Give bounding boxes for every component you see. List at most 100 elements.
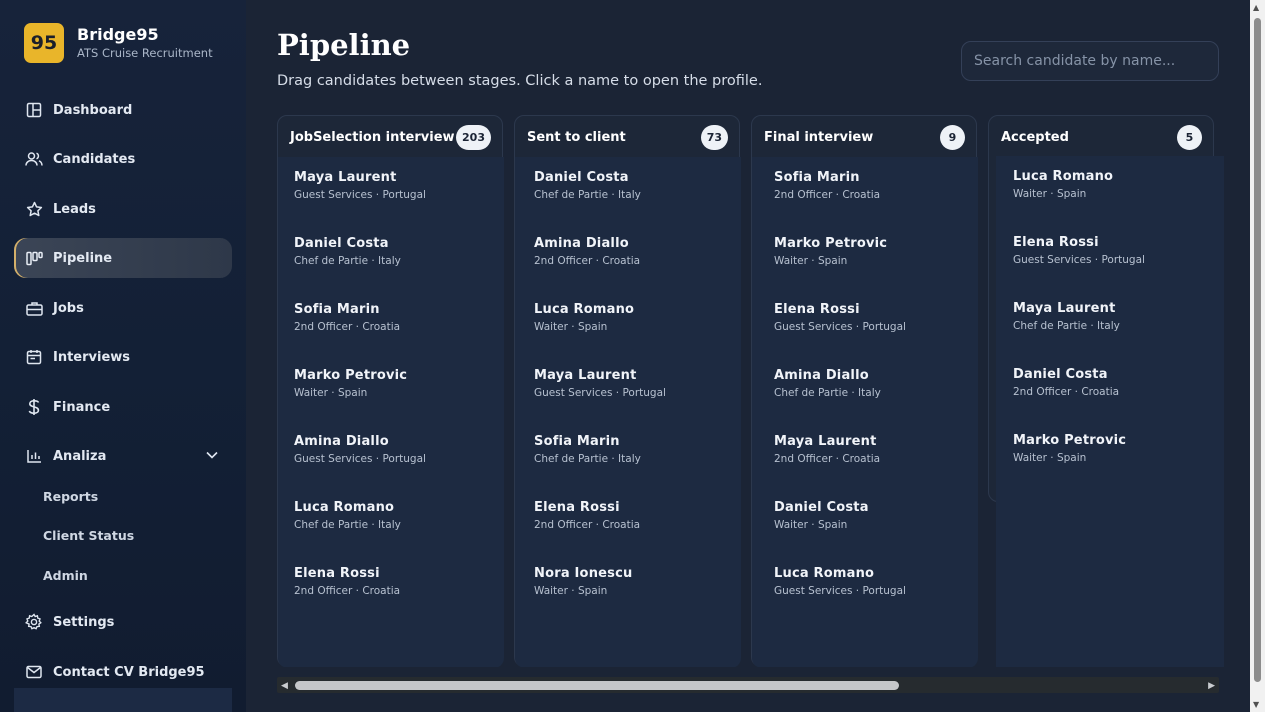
candidate-card[interactable]: Daniel Costa Chef de Partie · Italy — [534, 170, 734, 201]
candidate-card[interactable]: Elena Rossi Guest Services · Portugal — [1013, 235, 1213, 266]
candidate-card[interactable]: Nora Ionescu Waiter · Spain — [534, 566, 734, 597]
candidate-meta: Chef de Partie · Italy — [534, 453, 641, 465]
sidebar-item-candidates[interactable]: Candidates — [14, 139, 232, 179]
candidate-card[interactable]: Elena Rossi 2nd Officer · Croatia — [294, 566, 494, 597]
sidebar-item-pipeline[interactable]: Pipeline — [14, 238, 232, 278]
scroll-right-icon[interactable]: ▶ — [1208, 681, 1215, 691]
calendar-icon — [25, 348, 43, 366]
candidate-card[interactable]: Maya Laurent Guest Services · Portugal — [294, 170, 494, 201]
horizontal-scroll-thumb[interactable] — [295, 681, 899, 690]
candidate-name[interactable]: Marko Petrovic — [1013, 433, 1213, 448]
sidebar-item-analiza[interactable]: Analiza — [14, 436, 232, 476]
candidate-card[interactable]: Luca Romano Guest Services · Portugal — [774, 566, 974, 597]
candidate-name[interactable]: Elena Rossi — [774, 302, 974, 317]
candidate-name[interactable]: Sofia Marin — [774, 170, 974, 185]
candidate-name[interactable]: Luca Romano — [534, 302, 734, 317]
candidate-card[interactable]: Elena Rossi Guest Services · Portugal — [774, 302, 974, 333]
candidate-card[interactable]: Sofia Marin 2nd Officer · Croatia — [774, 170, 974, 201]
candidate-name[interactable]: Luca Romano — [1013, 169, 1213, 184]
candidate-card[interactable]: Maya Laurent Chef de Partie · Italy — [1013, 301, 1213, 332]
candidate-name[interactable]: Daniel Costa — [534, 170, 734, 185]
candidate-name[interactable]: Maya Laurent — [774, 434, 974, 449]
candidate-meta: Guest Services · Portugal — [774, 321, 906, 333]
scroll-up-icon[interactable]: ▲ — [1253, 3, 1259, 12]
column-header: Accepted 5 — [989, 116, 1213, 158]
search-input[interactable] — [961, 41, 1219, 81]
candidate-card[interactable]: Sofia Marin Chef de Partie · Italy — [534, 434, 734, 465]
sidebar-item-dashboard[interactable]: Dashboard — [14, 90, 232, 130]
sidebar-item-label: Jobs — [53, 300, 84, 316]
candidate-name[interactable]: Marko Petrovic — [774, 236, 974, 251]
candidate-name[interactable]: Marko Petrovic — [294, 368, 494, 383]
sidebar-item-finance[interactable]: Finance — [14, 387, 232, 427]
sidebar-subitem-admin[interactable]: Admin — [43, 568, 88, 583]
scroll-down-icon[interactable]: ▼ — [1253, 700, 1259, 709]
chevron-down-icon[interactable] — [206, 448, 218, 463]
candidate-card[interactable]: Marko Petrovic Waiter · Spain — [1013, 433, 1213, 464]
sidebar-item-jobs[interactable]: Jobs — [14, 288, 232, 328]
column-title: Sent to client — [527, 129, 626, 145]
brand-name: Bridge95 — [77, 24, 159, 44]
candidate-meta: Waiter · Spain — [1013, 452, 1087, 464]
candidate-card[interactable]: Maya Laurent 2nd Officer · Croatia — [774, 434, 974, 465]
column-sent-to-client: Sent to client 73 Daniel Costa Chef de Pa… — [514, 115, 741, 667]
sidebar-item-settings[interactable]: Settings — [14, 602, 232, 642]
candidate-name[interactable]: Maya Laurent — [534, 368, 734, 383]
vertical-scroll-thumb[interactable] — [1254, 18, 1261, 682]
column-dropzone[interactable]: Daniel Costa Chef de Partie · Italy Amina… — [515, 157, 741, 667]
candidate-name[interactable]: Sofia Marin — [294, 302, 494, 317]
candidate-name[interactable]: Maya Laurent — [1013, 301, 1213, 316]
candidate-name[interactable]: Elena Rossi — [1013, 235, 1213, 250]
candidate-card[interactable]: Marko Petrovic Waiter · Spain — [774, 236, 974, 267]
column-final-interview: Final interview 9 Sofia Marin 2nd Officer… — [751, 115, 978, 667]
candidate-name[interactable]: Luca Romano — [294, 500, 494, 515]
candidate-name[interactable]: Sofia Marin — [534, 434, 734, 449]
sidebar-item-leads[interactable]: Leads — [14, 189, 232, 229]
candidate-name[interactable]: Amina Diallo — [774, 368, 974, 383]
vertical-scrollbar[interactable]: ▲ ▼ — [1250, 0, 1265, 712]
sidebar-subitem-client-status[interactable]: Client Status — [43, 528, 134, 543]
candidate-card[interactable]: Amina Diallo Chef de Partie · Italy — [774, 368, 974, 399]
candidate-card[interactable]: Luca Romano Waiter · Spain — [534, 302, 734, 333]
candidate-card[interactable]: Marko Petrovic Waiter · Spain — [294, 368, 494, 399]
candidate-card[interactable]: Daniel Costa 2nd Officer · Croatia — [1013, 367, 1213, 398]
candidate-card[interactable]: Luca Romano Waiter · Spain — [1013, 169, 1213, 200]
candidate-card[interactable]: Amina Diallo 2nd Officer · Croatia — [534, 236, 734, 267]
candidate-card[interactable]: Amina Diallo Guest Services · Portugal — [294, 434, 494, 465]
candidate-card[interactable]: Maya Laurent Guest Services · Portugal — [534, 368, 734, 399]
sidebar-item-contact[interactable]: Contact CV Bridge95 — [14, 652, 232, 692]
candidate-name[interactable]: Daniel Costa — [1013, 367, 1213, 382]
candidate-card[interactable]: Sofia Marin 2nd Officer · Croatia — [294, 302, 494, 333]
sidebar-item-interviews[interactable]: Interviews — [14, 337, 232, 377]
candidate-name[interactable]: Daniel Costa — [294, 236, 494, 251]
candidate-name[interactable]: Elena Rossi — [534, 500, 734, 515]
brand-subtitle: ATS Cruise Recruitment — [77, 45, 213, 60]
candidate-meta: Waiter · Spain — [294, 387, 368, 399]
column-header: Sent to client 73 — [515, 116, 739, 158]
candidate-name[interactable]: Amina Diallo — [534, 236, 734, 251]
candidate-name[interactable]: Maya Laurent — [294, 170, 494, 185]
sidebar-item-label: Contact CV Bridge95 — [53, 664, 205, 680]
horizontal-scrollbar[interactable]: ◀ ▶ — [277, 677, 1219, 693]
candidate-name[interactable]: Luca Romano — [774, 566, 974, 581]
scroll-left-icon[interactable]: ◀ — [281, 681, 288, 691]
candidate-meta: Guest Services · Portugal — [294, 453, 426, 465]
candidate-card[interactable]: Daniel Costa Chef de Partie · Italy — [294, 236, 494, 267]
sidebar-subitem-reports[interactable]: Reports — [43, 489, 98, 504]
column-jobselection-interview: JobSelection interview 203 Maya Laurent G… — [277, 115, 504, 667]
candidate-name[interactable]: Elena Rossi — [294, 566, 494, 581]
candidate-name[interactable]: Amina Diallo — [294, 434, 494, 449]
column-title: JobSelection interview — [290, 129, 455, 145]
candidate-card[interactable]: Luca Romano Chef de Partie · Italy — [294, 500, 494, 531]
brand[interactable]: 95 Bridge95 ATS Cruise Recruitment — [24, 23, 213, 63]
candidate-name[interactable]: Nora Ionescu — [534, 566, 734, 581]
candidate-card[interactable]: Elena Rossi 2nd Officer · Croatia — [534, 500, 734, 531]
column-dropzone[interactable]: Luca Romano Waiter · Spain Elena Rossi Gue… — [996, 156, 1224, 667]
candidate-meta: Chef de Partie · Italy — [1013, 320, 1120, 332]
candidate-meta: 2nd Officer · Croatia — [294, 321, 401, 333]
column-dropzone[interactable]: Sofia Marin 2nd Officer · Croatia Marko P… — [752, 157, 978, 667]
candidate-meta: 2nd Officer · Croatia — [1013, 386, 1120, 398]
candidate-card[interactable]: Daniel Costa Waiter · Spain — [774, 500, 974, 531]
candidate-name[interactable]: Daniel Costa — [774, 500, 974, 515]
column-dropzone[interactable]: Maya Laurent Guest Services · Portugal Da… — [278, 157, 504, 667]
